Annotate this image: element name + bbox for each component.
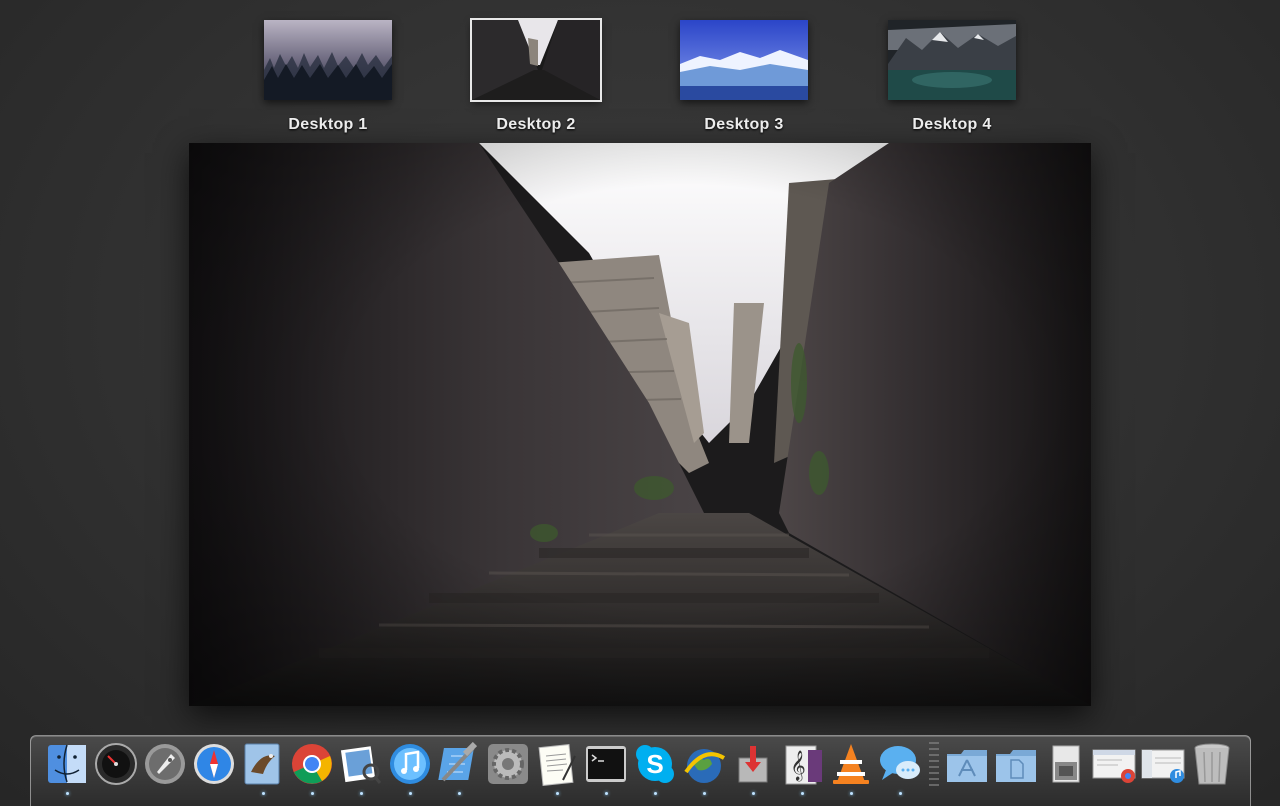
desktop-preview[interactable] bbox=[189, 143, 1091, 706]
applications-folder-icon[interactable] bbox=[945, 742, 989, 786]
chrome-icon[interactable] bbox=[290, 742, 334, 795]
running-indicator bbox=[604, 792, 608, 795]
stone-corridor-wallpaper bbox=[472, 20, 600, 100]
space-desktop-4[interactable]: Desktop 4 bbox=[887, 20, 1017, 134]
preview-icon[interactable] bbox=[339, 742, 383, 795]
xcode-icon[interactable] bbox=[437, 742, 481, 795]
space-desktop-3[interactable]: Desktop 3 bbox=[679, 20, 809, 134]
running-indicator bbox=[555, 792, 559, 795]
dock-items: S 𝄞 bbox=[45, 742, 1239, 798]
terminal-icon[interactable] bbox=[584, 742, 628, 795]
mail-icon[interactable] bbox=[241, 742, 285, 795]
running-indicator bbox=[898, 792, 902, 795]
chrome-window-icon[interactable] bbox=[1092, 742, 1136, 786]
svg-text:𝄞: 𝄞 bbox=[790, 750, 805, 782]
dock-separator bbox=[929, 742, 939, 790]
running-indicator bbox=[653, 792, 657, 795]
running-indicator bbox=[65, 792, 69, 795]
space-desktop-2[interactable]: Desktop 2 bbox=[470, 18, 602, 134]
svg-text:S: S bbox=[646, 749, 663, 779]
stone-corridor-wallpaper bbox=[189, 143, 1091, 706]
vlc-icon[interactable] bbox=[829, 742, 873, 795]
itunes-icon[interactable] bbox=[388, 742, 432, 795]
running-indicator bbox=[359, 792, 363, 795]
safari-icon[interactable] bbox=[192, 742, 236, 786]
finder-icon[interactable] bbox=[45, 742, 89, 795]
desktop-4-label: Desktop 4 bbox=[912, 116, 992, 133]
desktop-2-thumbnail[interactable] bbox=[470, 18, 602, 102]
messages-icon[interactable] bbox=[878, 742, 922, 795]
desktop-1-thumbnail[interactable] bbox=[264, 20, 392, 100]
glacier-wallpaper bbox=[680, 20, 808, 100]
spaces-bar: Desktop 1 Desktop 2 Desktop 3 Desktop 4 bbox=[0, 0, 1280, 140]
desktop-4-thumbnail[interactable] bbox=[888, 20, 1016, 100]
desktop-1-label: Desktop 1 bbox=[288, 116, 368, 133]
running-indicator bbox=[702, 792, 706, 795]
desktop-2-label: Desktop 2 bbox=[496, 116, 576, 133]
skype-icon[interactable]: S bbox=[633, 742, 677, 795]
running-indicator bbox=[751, 792, 755, 795]
sheet-music-icon[interactable]: 𝄞 bbox=[780, 742, 824, 795]
google-earth-icon[interactable] bbox=[682, 742, 726, 795]
launchpad-icon[interactable] bbox=[143, 742, 187, 786]
trash-icon[interactable] bbox=[1190, 742, 1234, 786]
running-indicator bbox=[800, 792, 804, 795]
running-indicator bbox=[310, 792, 314, 795]
installer-icon[interactable] bbox=[731, 742, 775, 795]
textedit-icon[interactable] bbox=[535, 742, 579, 795]
dashboard-icon[interactable] bbox=[94, 742, 138, 786]
desktop-3-thumbnail[interactable] bbox=[680, 20, 808, 100]
documents-folder-icon[interactable] bbox=[994, 742, 1038, 786]
downloads-stack-icon[interactable] bbox=[1043, 742, 1087, 786]
desktop-3-label: Desktop 3 bbox=[704, 116, 784, 133]
space-desktop-1[interactable]: Desktop 1 bbox=[263, 20, 393, 134]
system-preferences-icon[interactable] bbox=[486, 742, 530, 786]
running-indicator bbox=[261, 792, 265, 795]
foggy-forest-wallpaper bbox=[264, 20, 392, 100]
running-indicator bbox=[457, 792, 461, 795]
running-indicator bbox=[849, 792, 853, 795]
mountain-lake-wallpaper bbox=[888, 20, 1016, 100]
dock: S 𝄞 bbox=[30, 735, 1251, 806]
running-indicator bbox=[408, 792, 412, 795]
itunes-window-icon[interactable] bbox=[1141, 742, 1185, 786]
